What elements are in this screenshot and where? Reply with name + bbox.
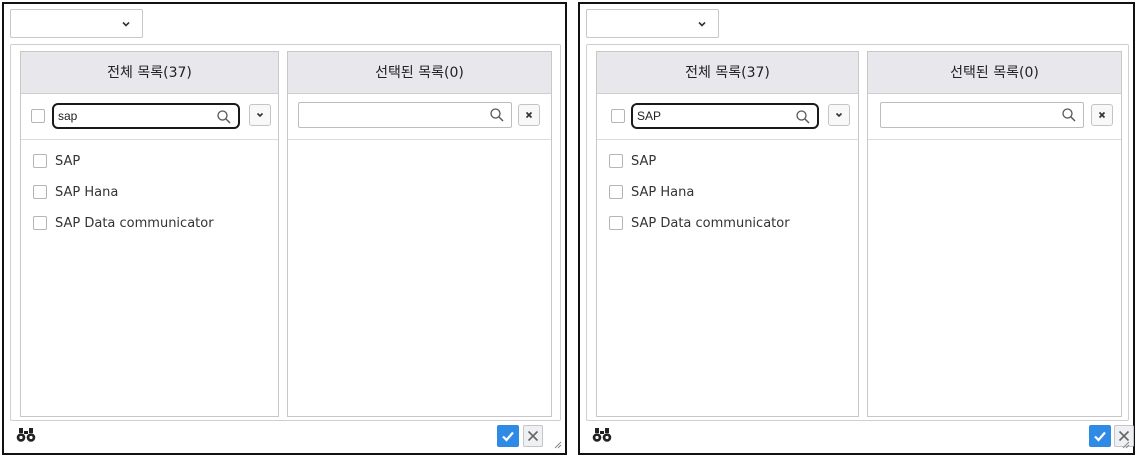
clear-selection-button[interactable] [1091,104,1113,126]
resize-grip-icon[interactable] [1122,441,1130,449]
all-list-search-box [52,103,240,129]
list-item[interactable]: SAP Hana [21,177,278,208]
all-list-items: SAP SAP Hana SAP Data communicator [597,140,858,239]
item-checkbox[interactable] [33,216,47,230]
item-label: SAP [55,154,81,169]
selected-list-search-input[interactable] [301,104,483,126]
chevron-down-icon [835,112,843,118]
selected-list-header: 선택된 목록(0) [288,52,551,94]
dual-list-picker: 전체 목록(37) SAP SAP Hana SAP Data communic… [586,44,1129,421]
cancel-button[interactable] [523,425,543,447]
item-label: SAP Data communicator [631,216,790,231]
all-list-column: 전체 목록(37) SAP SAP Hana SAP Data communic… [20,51,279,417]
all-list-search-box [631,103,819,129]
close-icon [525,111,533,119]
item-checkbox[interactable] [33,185,47,199]
all-list-column: 전체 목록(37) SAP SAP Hana SAP Data communic… [596,51,859,417]
chevron-down-icon [698,21,706,27]
check-icon [1094,431,1106,442]
selected-list-search-input[interactable] [883,104,1055,126]
item-checkbox[interactable] [609,154,623,168]
item-label: SAP Hana [631,185,695,200]
item-checkbox[interactable] [33,154,47,168]
item-label: SAP Hana [55,185,119,200]
search-icon[interactable] [795,109,811,125]
select-all-checkbox[interactable] [31,109,45,123]
all-list-search-row [597,94,858,140]
selected-list-search-box [880,102,1084,128]
selected-list-search-row [868,94,1121,140]
all-list-header: 전체 목록(37) [597,52,858,94]
item-label: SAP [631,154,657,169]
item-label: SAP Data communicator [55,216,214,231]
list-item[interactable]: SAP [597,146,858,177]
list-item[interactable]: SAP [21,146,278,177]
item-checkbox[interactable] [609,185,623,199]
item-checkbox[interactable] [609,216,623,230]
select-all-checkbox[interactable] [611,109,625,123]
filter-dropdown-button[interactable] [249,104,271,126]
list-item[interactable]: SAP Data communicator [21,208,278,239]
chevron-down-icon [122,21,130,27]
search-icon[interactable] [489,107,505,123]
selected-list-search-box [298,102,512,128]
all-list-search-input[interactable] [635,106,789,126]
all-list-header: 전체 목록(37) [21,52,278,94]
list-item[interactable]: SAP Data communicator [597,208,858,239]
confirm-button[interactable] [1089,425,1111,447]
all-list-search-input[interactable] [56,106,210,126]
resize-grip-icon[interactable] [554,441,562,449]
picker-panel-1: 전체 목록(37) SAP SAP Hana SAP Data communic… [2,2,567,455]
all-list-search-row [21,94,278,140]
binoculars-icon[interactable] [16,427,36,443]
list-item[interactable]: SAP Hana [597,177,858,208]
selected-list-header: 선택된 목록(0) [868,52,1121,94]
check-icon [502,431,514,442]
selected-list-column: 선택된 목록(0) [867,51,1122,417]
binoculars-icon[interactable] [592,427,612,443]
clear-selection-button[interactable] [518,104,540,126]
selected-list-search-row [288,94,551,140]
top-select[interactable] [586,9,719,38]
picker-panel-2: 전체 목록(37) SAP SAP Hana SAP Data communic… [578,2,1135,455]
filter-dropdown-button[interactable] [828,104,850,126]
chevron-down-icon [256,112,264,118]
selected-list-column: 선택된 목록(0) [287,51,552,417]
all-list-items: SAP SAP Hana SAP Data communicator [21,140,278,239]
top-select[interactable] [10,9,143,38]
close-icon [1098,111,1106,119]
confirm-button[interactable] [497,425,519,447]
dual-list-picker: 전체 목록(37) SAP SAP Hana SAP Data communic… [10,44,561,421]
x-icon [527,430,539,442]
search-icon[interactable] [216,109,232,125]
search-icon[interactable] [1061,107,1077,123]
